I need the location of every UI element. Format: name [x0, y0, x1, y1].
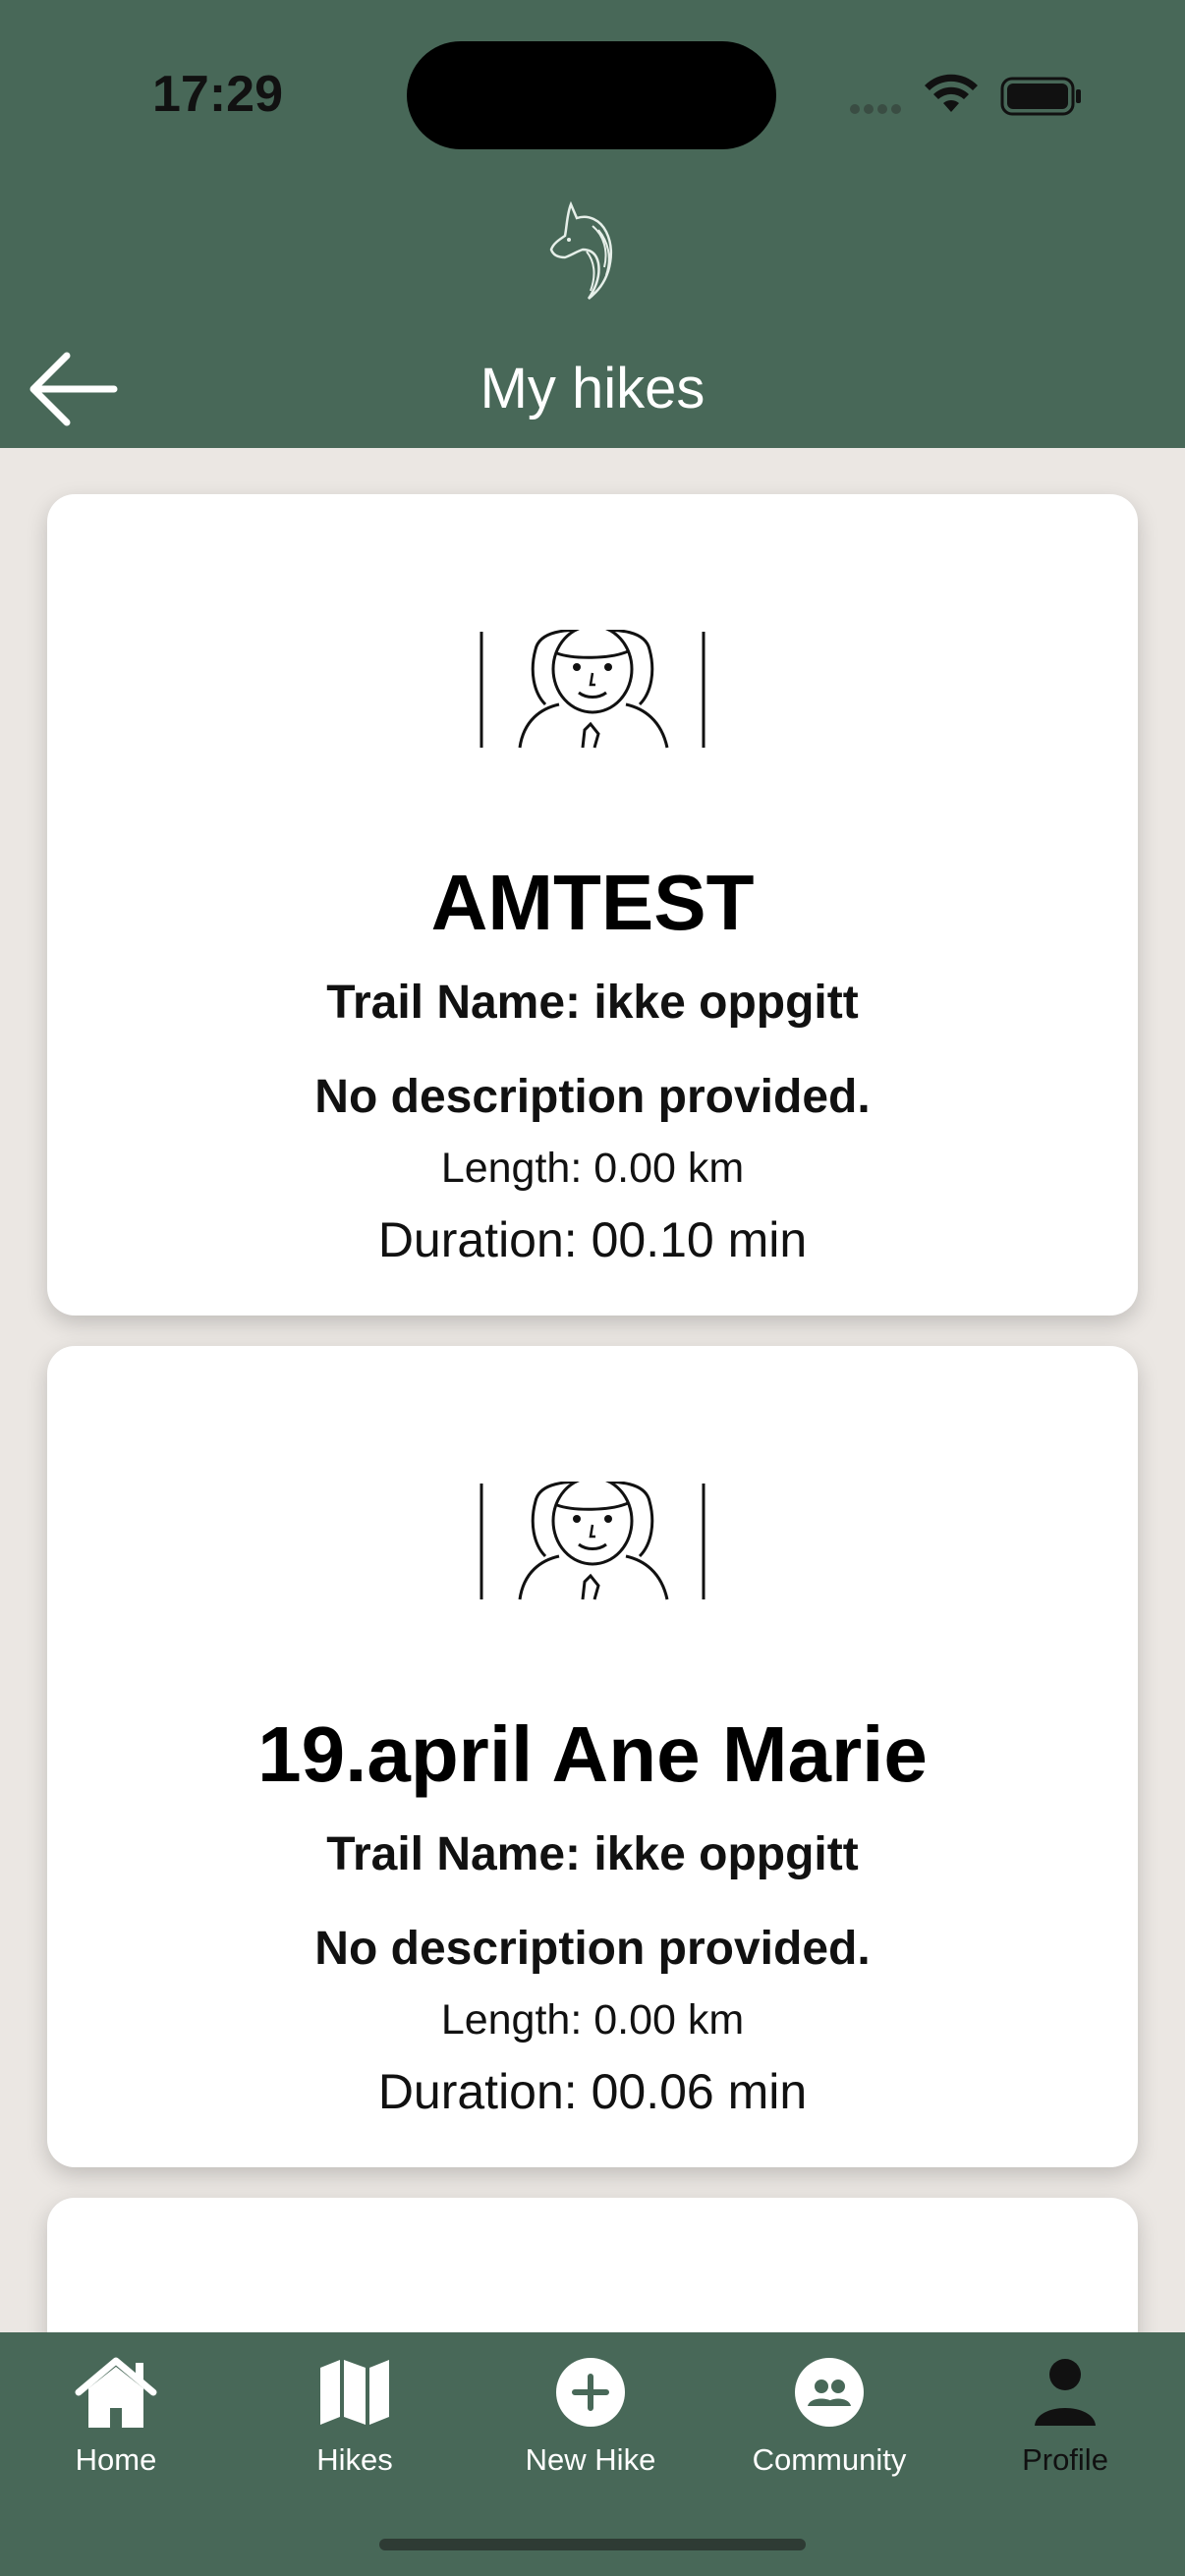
app-header: 17:29 My hikes	[0, 0, 1185, 448]
page-title: My hikes	[480, 357, 705, 420]
tab-label: Home	[75, 2442, 157, 2477]
trail-name: Trail Name: ikke oppgitt	[326, 1828, 859, 1880]
hike-duration: Duration: 00.10 min	[377, 1212, 808, 1267]
tab-profile[interactable]: Profile	[957, 2350, 1173, 2478]
cellular-signal-icon	[850, 101, 905, 119]
home-indicator[interactable]	[379, 2539, 806, 2550]
tab-label: Community	[752, 2442, 907, 2477]
avatar-illustration-icon	[480, 630, 705, 749]
tab-home[interactable]: Home	[8, 2350, 224, 2478]
tab-hikes[interactable]: Hikes	[247, 2350, 463, 2478]
map-icon	[320, 2360, 389, 2425]
hike-duration: Duration: 00.06 min	[377, 2064, 808, 2119]
tab-community[interactable]: Community	[721, 2350, 937, 2478]
hike-length: Length: 0.00 km	[440, 1145, 745, 1192]
plus-circle-icon	[556, 2358, 625, 2427]
battery-icon	[1000, 77, 1081, 116]
dynamic-island	[407, 41, 776, 149]
hike-description: No description provided.	[314, 1071, 871, 1123]
horse-logo-icon	[549, 200, 612, 300]
hike-description: No description provided.	[314, 1923, 871, 1975]
avatar-illustration-icon	[480, 1482, 705, 1600]
person-icon	[1035, 2359, 1096, 2426]
tab-label: New Hike	[525, 2442, 656, 2477]
hike-title: 19.april Ane Marie	[257, 1710, 928, 1798]
wifi-icon	[925, 74, 978, 112]
status-time: 17:29	[152, 66, 283, 123]
home-icon	[75, 2357, 157, 2428]
community-icon	[795, 2358, 864, 2427]
tab-new-hike[interactable]: New Hike	[482, 2350, 699, 2478]
trail-name: Trail Name: ikke oppgitt	[326, 977, 859, 1029]
tab-label: Profile	[1022, 2442, 1108, 2477]
hike-card[interactable]: AMTEST Trail Name: ikke oppgitt No descr…	[47, 494, 1138, 1316]
hike-length: Length: 0.00 km	[440, 1996, 745, 2044]
tab-label: Hikes	[316, 2442, 393, 2477]
hike-title: AMTEST	[430, 859, 755, 946]
hike-card[interactable]: 19.april Ane Marie Trail Name: ikke oppg…	[47, 1346, 1138, 2167]
